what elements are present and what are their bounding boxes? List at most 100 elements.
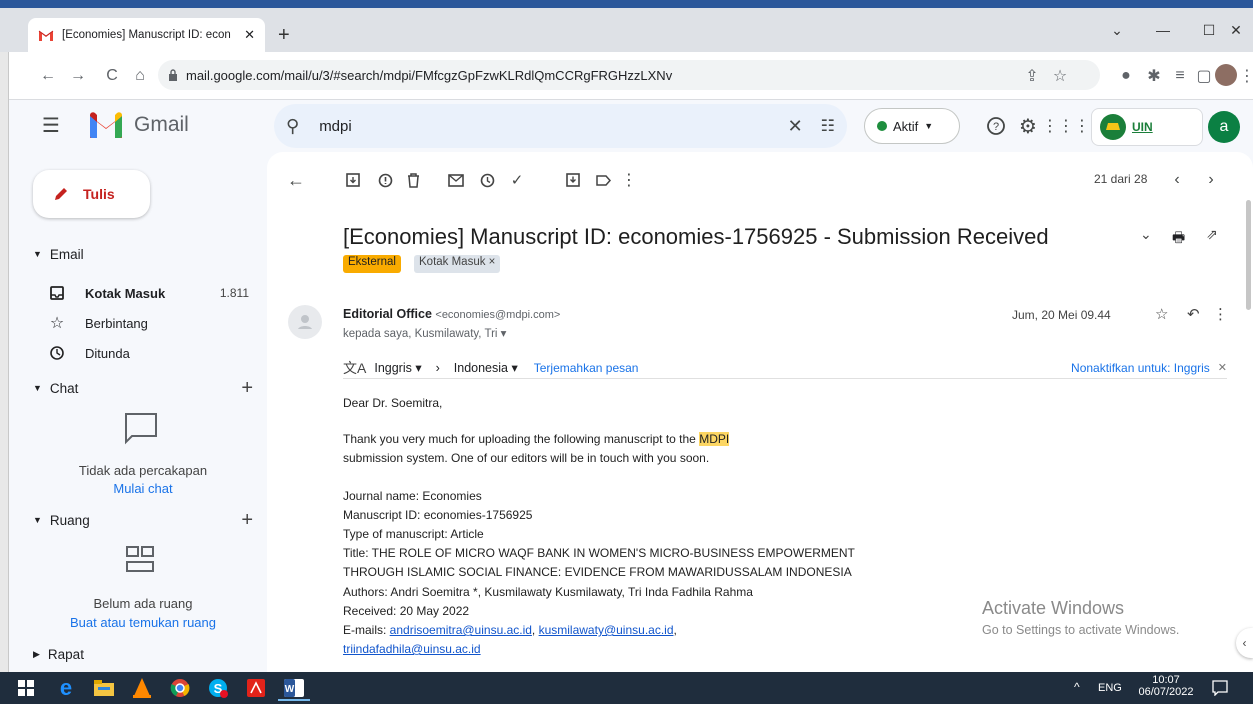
delete-icon[interactable]: [400, 167, 426, 193]
profile-avatar[interactable]: [1215, 64, 1237, 86]
new-tab-button[interactable]: +: [278, 24, 290, 47]
windows-start-icon[interactable]: [12, 676, 40, 700]
recipients-line[interactable]: kepada saya, Kusmilawaty, Tri ▾: [343, 326, 506, 340]
rooms-icon: [124, 544, 156, 576]
share-icon[interactable]: ⇪: [1020, 64, 1044, 88]
compose-button[interactable]: Tulis: [33, 170, 150, 218]
star-message-icon[interactable]: ☆: [1155, 305, 1168, 323]
minimize-button[interactable]: —: [1140, 16, 1186, 44]
report-spam-icon[interactable]: [372, 167, 398, 193]
message-more-icon[interactable]: ⋮: [1213, 305, 1228, 323]
email-link[interactable]: andrisoemitra@uinsu.ac.id: [390, 623, 532, 637]
section-email[interactable]: ▼ Email: [33, 240, 253, 268]
extensions-puzzle-icon[interactable]: ✱: [1142, 64, 1166, 88]
dismiss-translate-icon[interactable]: ✕: [1218, 361, 1227, 374]
section-rooms-label: Ruang: [49, 512, 90, 528]
clear-search-icon[interactable]: ✕: [788, 116, 803, 137]
chevron-down-icon[interactable]: ⌄: [1094, 16, 1140, 44]
move-to-icon[interactable]: [560, 167, 586, 193]
notification-icon[interactable]: [1212, 680, 1228, 696]
sidebar-item-inbox[interactable]: Kotak Masuk 1.811: [45, 278, 255, 308]
bookmark-star-icon[interactable]: ☆: [1048, 64, 1072, 88]
vlc-icon[interactable]: [128, 676, 156, 700]
forward-button[interactable]: →: [66, 64, 90, 88]
find-room-link[interactable]: Buat atau temukan ruang: [33, 615, 253, 630]
new-chat-plus-icon[interactable]: +: [241, 377, 253, 400]
source-language-select[interactable]: Inggris ▾: [374, 360, 421, 375]
label-inbox-chip[interactable]: Kotak Masuk ×: [414, 255, 501, 273]
browser-menu-icon[interactable]: ⋮: [1235, 64, 1253, 88]
reading-list-icon[interactable]: ≡: [1168, 64, 1192, 88]
section-meet[interactable]: ▶ Rapat: [33, 640, 253, 668]
back-to-list-icon[interactable]: ←: [283, 167, 309, 193]
search-options-icon[interactable]: ☷: [821, 116, 835, 136]
caret-down-icon: ▼: [924, 121, 934, 131]
language-indicator[interactable]: ENG: [1098, 682, 1122, 694]
label-icon[interactable]: [590, 167, 616, 193]
older-chevron-right-icon[interactable]: ›: [1198, 167, 1224, 193]
section-rooms[interactable]: ▼ Ruang +: [33, 506, 253, 534]
search-bar[interactable]: ⚲ mdpi ✕ ☷: [274, 104, 847, 148]
translate-message-link[interactable]: Terjemahkan pesan: [534, 361, 639, 375]
acrobat-icon[interactable]: [242, 676, 270, 700]
sender-avatar[interactable]: [288, 305, 322, 339]
gmail-logo-icon[interactable]: [88, 110, 124, 138]
inbox-count: 1.811: [219, 286, 249, 300]
tray-overflow-icon[interactable]: ^: [1074, 680, 1080, 694]
edge-browser-icon[interactable]: e: [52, 675, 80, 700]
email-link[interactable]: kusmilawaty@uinsu.ac.id: [539, 623, 674, 637]
chrome-icon[interactable]: [166, 676, 194, 700]
status-selector[interactable]: Aktif ▼: [864, 108, 960, 144]
apps-grid-icon[interactable]: ⋮⋮⋮: [1042, 112, 1090, 140]
word-icon[interactable]: W: [280, 676, 308, 700]
add-to-tasks-icon[interactable]: ✓: [504, 167, 530, 193]
section-email-label: Email: [49, 246, 84, 262]
org-account-badge[interactable]: UIN: [1091, 108, 1203, 146]
start-chat-link[interactable]: Mulai chat: [33, 481, 253, 496]
pagination-text: 21 dari 28: [1094, 172, 1148, 186]
main-menu-icon[interactable]: ☰: [42, 113, 60, 138]
target-language-select[interactable]: Indonesia ▾: [454, 360, 518, 375]
sidebar-item-snoozed[interactable]: Ditunda: [45, 338, 255, 368]
journal-line: Journal name: Economies: [343, 489, 482, 503]
print-icon[interactable]: 🖶: [1172, 227, 1185, 251]
new-room-plus-icon[interactable]: +: [241, 509, 253, 532]
browser-tab[interactable]: [Economies] Manuscript ID: econ ✕: [28, 18, 265, 52]
sender-email: <economies@mdpi.com>: [435, 309, 561, 321]
section-chat[interactable]: ▼ Chat +: [33, 374, 253, 402]
scrollbar-thumb[interactable]: [1246, 200, 1251, 310]
mark-unread-icon[interactable]: [443, 167, 469, 193]
emails-label: E-mails:: [343, 623, 390, 637]
side-panel-icon[interactable]: ▢: [1192, 64, 1216, 88]
snooze-clock-icon[interactable]: [474, 167, 500, 193]
sidebar-item-label: Kotak Masuk: [85, 285, 166, 301]
skype-icon[interactable]: S: [204, 676, 232, 700]
rooms-empty-text: Belum ada ruang: [93, 596, 193, 611]
settings-gear-icon[interactable]: ⚙: [1014, 112, 1042, 140]
disable-translation-link[interactable]: Nonaktifkan untuk: Inggris: [1071, 361, 1210, 375]
expand-all-icon[interactable]: ⌄: [1140, 226, 1152, 243]
sidebar-item-starred[interactable]: ☆ Berbintang: [45, 308, 255, 338]
archive-icon[interactable]: [340, 167, 366, 193]
newer-chevron-left-icon[interactable]: ‹: [1164, 167, 1190, 193]
authors-line: Authors: Andri Soemitra *, Kusmilawaty K…: [343, 585, 753, 599]
omnibox[interactable]: mail.google.com/mail/u/3/#search/mdpi/FM…: [158, 60, 1100, 90]
clock[interactable]: 10:07 06/07/2022: [1134, 674, 1198, 698]
open-in-new-window-icon[interactable]: ⇗: [1206, 226, 1218, 243]
label-external-chip[interactable]: Eksternal: [343, 255, 401, 273]
search-icon[interactable]: ⚲: [286, 116, 299, 137]
more-actions-icon[interactable]: ⋮: [616, 167, 642, 193]
search-input[interactable]: mdpi: [319, 118, 787, 135]
close-window-button[interactable]: ✕: [1213, 16, 1253, 44]
tab-close-icon[interactable]: ✕: [244, 27, 255, 43]
reload-button[interactable]: C: [100, 64, 124, 88]
file-explorer-icon[interactable]: [90, 676, 118, 700]
back-button[interactable]: ←: [36, 64, 60, 88]
reply-icon[interactable]: ↶: [1187, 305, 1200, 323]
home-button[interactable]: ⌂: [128, 64, 152, 88]
email-link[interactable]: triindafadhila@uinsu.ac.id: [343, 642, 481, 656]
sender-name[interactable]: Editorial Office: [343, 307, 432, 321]
extension-icon[interactable]: ●: [1114, 64, 1138, 88]
help-icon[interactable]: ?: [982, 112, 1010, 140]
account-avatar[interactable]: a: [1208, 111, 1240, 143]
